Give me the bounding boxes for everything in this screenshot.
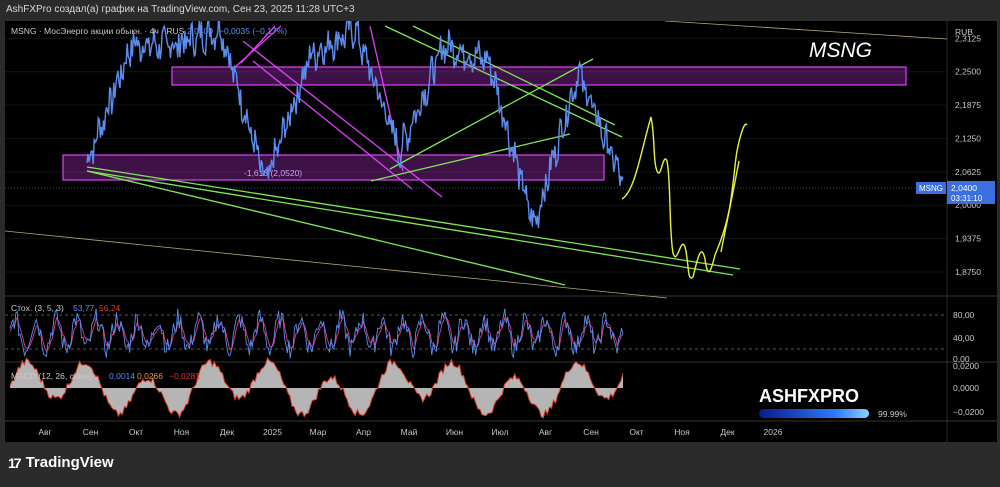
time-tick-11: Авг <box>539 427 552 437</box>
time-tick-1: Сен <box>83 427 99 437</box>
macd-tick-pos: 0,0200 <box>953 361 979 371</box>
time-tick-15: Дек <box>720 427 734 437</box>
time-tick-3: Ноя <box>174 427 190 437</box>
time-tick-2: Окт <box>129 427 143 437</box>
fib-zone-upper <box>171 66 907 86</box>
fib-label: -1,618 (2,0520) <box>244 168 302 178</box>
stoch-tick-80: 80,00 <box>953 310 975 320</box>
macd-hist-value: −0,0281 <box>169 371 200 381</box>
legend-price: 2,0400 <box>187 26 213 36</box>
chart-canvas[interactable]: -1,618 (2,0520) MSNG MSNG · МосЭнерго ак… <box>4 14 997 442</box>
macd-value: 0,0014 <box>109 371 135 381</box>
tradingview-logo[interactable]: 17 TradingView <box>8 454 114 471</box>
price-tick-4: 2,0625 <box>955 167 981 177</box>
branding-progress-fill <box>759 409 869 418</box>
stoch-k-line <box>9 308 624 359</box>
time-tick-7: Апр <box>356 427 371 437</box>
time-tick-12: Сен <box>583 427 599 437</box>
macd-title: MACD (12, 26, close) <box>11 371 92 381</box>
stoch-title: Стох. (3, 5, 3) <box>11 303 64 313</box>
tradingview-logo-text: TradingView <box>25 454 114 471</box>
time-tick-13: Окт <box>629 427 643 437</box>
price-badge: MSNG 2,0400 03:31:10 <box>916 181 995 204</box>
price-tick-7: 1,8750 <box>955 267 981 277</box>
beige-line-1 <box>4 230 668 299</box>
stoch-tick-40: 40,00 <box>953 333 975 343</box>
time-axis-ticks: Авг Сен Окт Ноя Дек 2025 Мар Апр Май Июн Июл Авг Сен… <box>38 427 782 437</box>
price-tick-2: 2,1875 <box>955 100 981 110</box>
price-line <box>86 14 624 229</box>
price-badge-timer: 03:31:10 <box>951 194 983 203</box>
stoch-d-value: 56,24 <box>99 303 121 313</box>
pink-line-3 <box>369 25 404 172</box>
time-tick-6: Мар <box>310 427 327 437</box>
tradingview-logo-icon: 17 <box>8 454 22 471</box>
price-tick-0: 2,3125 <box>955 33 981 43</box>
price-tick-6: 1,9375 <box>955 234 981 244</box>
time-tick-8: Май <box>401 427 418 437</box>
tradingview-snapshot: AshFXPro создал(а) график на TradingView… <box>0 0 1000 487</box>
time-tick-0: Авг <box>38 427 51 437</box>
price-badge-price: 2,0400 <box>951 183 977 193</box>
snapshot-header: AshFXPro создал(а) график на TradingView… <box>6 4 355 15</box>
time-tick-10: Июл <box>491 427 508 437</box>
macd-signal-value: 0,0266 <box>137 371 163 381</box>
price-badge-symbol: MSNG <box>919 184 943 193</box>
stoch-k-value: 53,77 <box>73 303 95 313</box>
green-line-1 <box>86 166 741 270</box>
symbol-watermark: MSNG <box>809 39 872 62</box>
time-tick-5: 2025 <box>263 427 282 437</box>
time-tick-14: Ноя <box>674 427 690 437</box>
legend-change: −0,0035 (−0,17%) <box>219 26 287 36</box>
macd-tick-neg: −0,0200 <box>953 407 984 417</box>
branding-percent: 99.99% <box>878 409 907 419</box>
price-axis-ticks: 2,31252,25002,18752,12502,06252,00001,93… <box>955 33 981 277</box>
price-tick-1: 2,2500 <box>955 67 981 77</box>
time-tick-4: Дек <box>220 427 234 437</box>
legend-symbol: MSNG · МосЭнерго акции обыкн. · 4ч · RUS <box>11 26 185 36</box>
macd-tick-zero: 0,0000 <box>953 383 979 393</box>
time-tick-9: Июн <box>446 427 463 437</box>
ashfxpro-branding: ASHFXPRO 99.99% <box>759 386 907 419</box>
beige-line-2 <box>664 20 948 40</box>
main-legend: MSNG · МосЭнерго акции обыкн. · 4ч · RUS… <box>11 26 287 36</box>
stoch-pane: Стох. (3, 5, 3) 53,77 56,24 80,00 40,00 … <box>5 303 975 364</box>
chart-frame[interactable]: -1,618 (2,0520) MSNG MSNG · МосЭнерго ак… <box>4 14 997 442</box>
price-tick-3: 2,1250 <box>955 133 981 143</box>
branding-title: ASHFXPRO <box>759 386 859 406</box>
time-tick-16: 2026 <box>764 427 783 437</box>
